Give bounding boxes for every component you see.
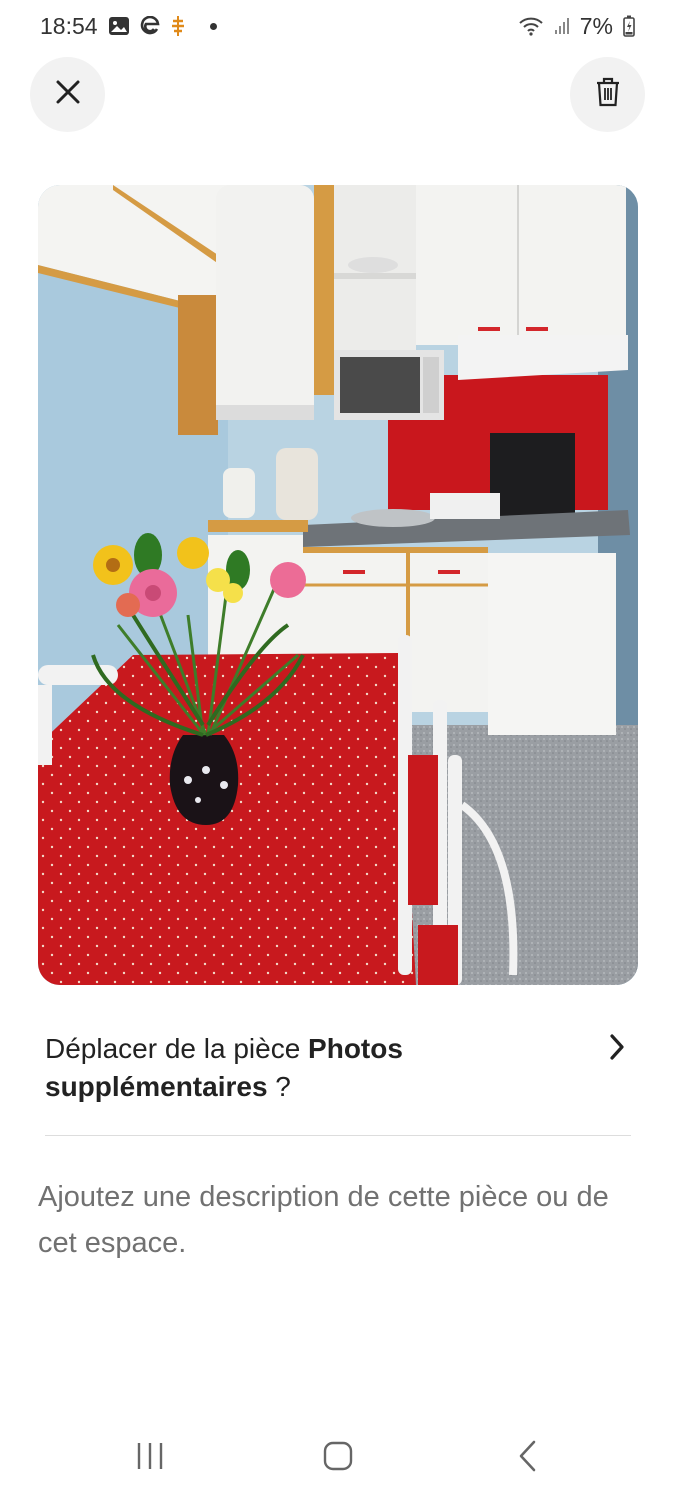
notification-icon bbox=[170, 15, 186, 37]
recent-apps-icon bbox=[134, 1440, 166, 1477]
home-icon bbox=[322, 1440, 354, 1477]
description-input[interactable] bbox=[38, 1174, 638, 1274]
move-room-text: Déplacer de la pièce Photos supplémentai… bbox=[45, 1030, 565, 1106]
recent-apps-button[interactable] bbox=[120, 1438, 180, 1478]
kitchen-photo bbox=[38, 185, 638, 985]
status-right: 7% bbox=[518, 13, 635, 40]
delete-photo-button[interactable] bbox=[570, 57, 645, 132]
home-button[interactable] bbox=[308, 1438, 368, 1478]
status-left: 18:54 bbox=[40, 13, 217, 40]
trash-icon bbox=[595, 77, 621, 112]
gallery-icon bbox=[108, 16, 130, 36]
move-room-row[interactable]: Déplacer de la pièce Photos supplémentai… bbox=[45, 1030, 635, 1110]
signal-icon bbox=[554, 17, 570, 35]
status-dot bbox=[209, 22, 217, 30]
edge-browser-icon bbox=[140, 16, 160, 36]
back-button[interactable] bbox=[498, 1438, 558, 1478]
close-button[interactable] bbox=[30, 57, 105, 132]
chevron-right-icon bbox=[607, 1032, 627, 1067]
system-nav-bar bbox=[0, 1420, 675, 1500]
battery-percent: 7% bbox=[579, 12, 613, 39]
wifi-icon bbox=[518, 16, 544, 36]
back-icon bbox=[516, 1439, 540, 1478]
move-room-prefix: Déplacer de la pièce bbox=[45, 1033, 309, 1064]
status-bar: 18:54 7% bbox=[0, 0, 675, 52]
divider bbox=[45, 1135, 631, 1136]
close-icon bbox=[55, 79, 81, 110]
status-time: 18:54 bbox=[40, 12, 98, 39]
battery-charging-icon bbox=[623, 15, 635, 37]
move-room-suffix: ? bbox=[267, 1071, 291, 1102]
